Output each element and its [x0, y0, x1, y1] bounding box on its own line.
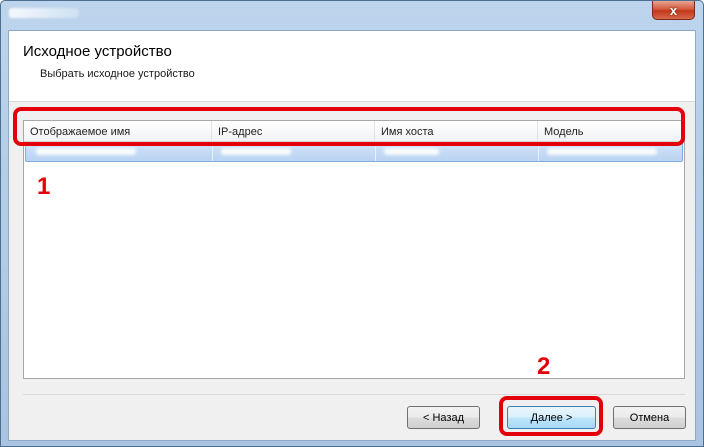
- device-list[interactable]: Отображаемое имя IP-адрес Имя хоста Моде…: [23, 120, 685, 379]
- footer-divider: [23, 394, 685, 395]
- callout-highlight-row: [13, 107, 685, 146]
- wizard-header: Исходное устройство Выбрать исходное уст…: [9, 31, 695, 102]
- blurred-value: [36, 148, 136, 155]
- cancel-button[interactable]: Отмена: [613, 406, 686, 429]
- blurred-value: [221, 148, 291, 155]
- blurred-value: [547, 148, 657, 155]
- callout-number-2: 2: [537, 353, 551, 380]
- close-icon: x: [669, 2, 678, 18]
- window-title-blurred: [9, 8, 79, 18]
- title-bar[interactable]: x: [1, 1, 703, 27]
- dialog-window: x Исходное устройство Выбрать исходное у…: [0, 0, 704, 447]
- close-button[interactable]: x: [652, 1, 695, 20]
- back-button[interactable]: < Назад: [407, 406, 480, 429]
- callout-highlight-next-button: [499, 396, 603, 436]
- dialog-client-area: Исходное устройство Выбрать исходное уст…: [8, 30, 696, 441]
- page-subtitle: Выбрать исходное устройство: [40, 68, 195, 80]
- blurred-value: [384, 148, 439, 155]
- page-title: Исходное устройство: [23, 43, 172, 60]
- callout-number-1: 1: [37, 173, 51, 200]
